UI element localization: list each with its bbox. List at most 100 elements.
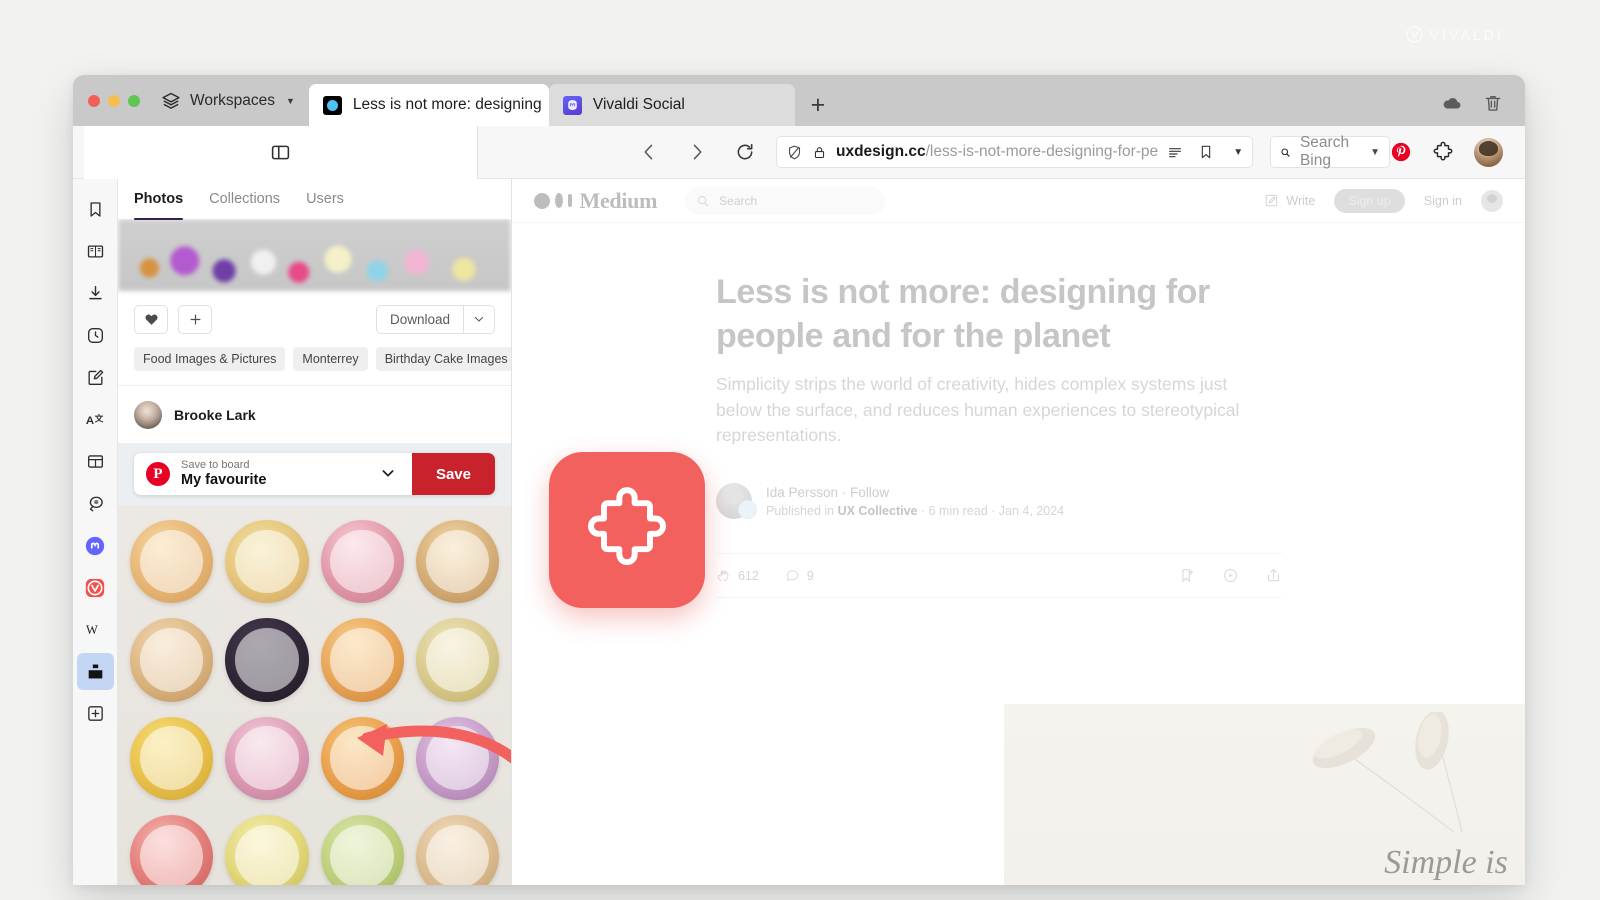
sidebar-item-sessions[interactable] (77, 485, 114, 522)
medium-logo[interactable]: Medium (534, 188, 657, 214)
medium-logo-dot (534, 192, 550, 209)
comments-button[interactable]: 9 (785, 568, 814, 583)
minimize-window-button[interactable] (108, 94, 120, 107)
publication-name[interactable]: UX Collective (838, 504, 918, 518)
grid-item[interactable] (415, 618, 499, 702)
grid-item[interactable] (415, 716, 499, 800)
play-circle-icon[interactable] (1222, 567, 1239, 584)
maximize-window-button[interactable] (128, 94, 140, 107)
search-bar[interactable]: Search Bing ▼ (1270, 134, 1390, 170)
grid-item[interactable] (225, 618, 309, 702)
share-icon[interactable] (1265, 567, 1282, 584)
panel-tab-photos[interactable]: Photos (134, 179, 184, 220)
grid-item[interactable] (320, 814, 404, 885)
grid-item[interactable] (130, 716, 214, 800)
forward-button[interactable] (676, 126, 718, 179)
search-icon (698, 195, 709, 206)
tab-medium-article[interactable]: Less is not more: designing (308, 84, 549, 126)
search-input[interactable]: Search Bing (1300, 134, 1361, 170)
close-window-button[interactable] (88, 94, 100, 107)
pinterest-icon: P (146, 462, 170, 486)
tab-vivaldi-social[interactable]: Vivaldi Social (548, 84, 795, 126)
like-button[interactable] (134, 304, 168, 334)
signup-button[interactable]: Sign up (1334, 188, 1405, 213)
bookmark-add-icon[interactable] (1179, 567, 1196, 584)
grid-item[interactable] (320, 716, 404, 800)
sidebar-item-translate[interactable]: A文 (77, 401, 114, 438)
write-button[interactable]: Write (1264, 193, 1315, 208)
sidebar-item-history[interactable] (77, 317, 114, 354)
back-button[interactable] (628, 126, 670, 179)
grid-item[interactable] (130, 520, 214, 604)
author-avatar[interactable] (716, 483, 757, 520)
grid-item[interactable] (225, 520, 309, 604)
download-options-button[interactable] (463, 304, 495, 334)
sidebar-item-unsplash[interactable] (76, 653, 114, 690)
grid-item[interactable] (415, 520, 499, 604)
grid-item[interactable] (130, 814, 214, 885)
new-tab-button[interactable]: + (795, 84, 841, 126)
avatar[interactable] (1481, 189, 1503, 212)
sidebar-item-reading-list[interactable] (77, 233, 114, 270)
sidebar-item-add-panel[interactable] (77, 695, 114, 732)
pinterest-extension-icon[interactable] (1390, 141, 1412, 163)
hero-text-line1: Simple is (1384, 844, 1508, 881)
tracker-blocker-icon[interactable] (786, 144, 803, 161)
grid-item[interactable] (130, 618, 214, 702)
sidebar-item-mastodon[interactable] (77, 527, 114, 564)
workspaces-button[interactable]: Workspaces ▼ (153, 75, 309, 126)
grid-item[interactable] (225, 814, 309, 885)
photo-author[interactable]: Brooke Lark (118, 385, 511, 443)
url-text: uxdesign.cc/less-is-not-more-designing-f… (836, 143, 1158, 161)
board-dropdown-button[interactable] (364, 465, 412, 484)
panel-tab-users[interactable]: Users (306, 179, 344, 219)
photo-grid (118, 506, 511, 885)
reader-view-icon[interactable] (1167, 144, 1183, 160)
grid-item[interactable] (320, 618, 404, 702)
comments-count: 9 (806, 568, 814, 583)
sidebar-item-vivaldi[interactable] (77, 569, 114, 606)
layers-icon (162, 92, 180, 109)
pinterest-board-select[interactable]: Save to board My favourite (181, 459, 364, 489)
sidebar-item-window-panel[interactable] (77, 443, 114, 480)
reload-button[interactable] (724, 126, 766, 179)
tag-chip[interactable]: Food Images & Pictures (134, 347, 286, 371)
sidebar-item-wikipedia[interactable]: W (77, 611, 114, 648)
sidebar-item-bookmarks[interactable] (77, 191, 114, 228)
cloud-icon[interactable] (1441, 92, 1463, 114)
sidebar-item-downloads[interactable] (77, 275, 114, 312)
grid-item[interactable] (225, 716, 309, 800)
grid-item[interactable] (320, 520, 404, 604)
trash-icon[interactable] (1483, 93, 1503, 113)
url-domain: uxdesign.cc (836, 143, 926, 160)
download-button[interactable]: Download (375, 304, 463, 334)
search-dropdown-icon[interactable]: ▼ (1370, 147, 1380, 158)
follow-button[interactable]: Follow (850, 485, 889, 500)
bookmark-icon[interactable] (1198, 144, 1214, 160)
panel-photo-preview[interactable] (118, 219, 511, 291)
profile-avatar[interactable] (1474, 137, 1503, 167)
sidebar-item-notes[interactable] (77, 359, 114, 396)
add-to-collection-button[interactable] (178, 304, 212, 334)
photo-action-row: Download (118, 291, 511, 347)
grid-item[interactable] (415, 814, 499, 885)
tag-chip[interactable]: Birthday Cake Images (375, 347, 511, 371)
window-controls[interactable] (73, 75, 153, 126)
medium-search-input[interactable]: Search (685, 186, 886, 215)
tag-chip[interactable]: Monterrey (293, 347, 368, 371)
url-bar[interactable]: uxdesign.cc/less-is-not-more-designing-f… (776, 136, 1254, 168)
forward-arrow-icon (693, 144, 702, 160)
panel-tab-collections[interactable]: Collections (209, 179, 280, 219)
tab-title: Less is not more: designing (352, 96, 542, 113)
claps-button[interactable]: 612 (716, 568, 759, 583)
window-body: A文 W Photos Collections Users Download F… (73, 179, 1525, 885)
signin-button[interactable]: Sign in (1424, 194, 1462, 208)
panel-toggle-button[interactable] (84, 125, 478, 179)
medium-logo-text: Medium (579, 187, 658, 213)
pinterest-save-button[interactable]: Save (411, 453, 495, 495)
article-author[interactable]: Ida Persson (766, 485, 838, 500)
medium-header-actions: Write Sign up Sign in (1264, 188, 1503, 213)
article-subtitle: Simplicity strips the world of creativit… (716, 374, 1240, 446)
extensions-puzzle-icon[interactable] (1432, 141, 1454, 163)
url-dropdown-icon[interactable]: ▼ (1233, 147, 1243, 158)
